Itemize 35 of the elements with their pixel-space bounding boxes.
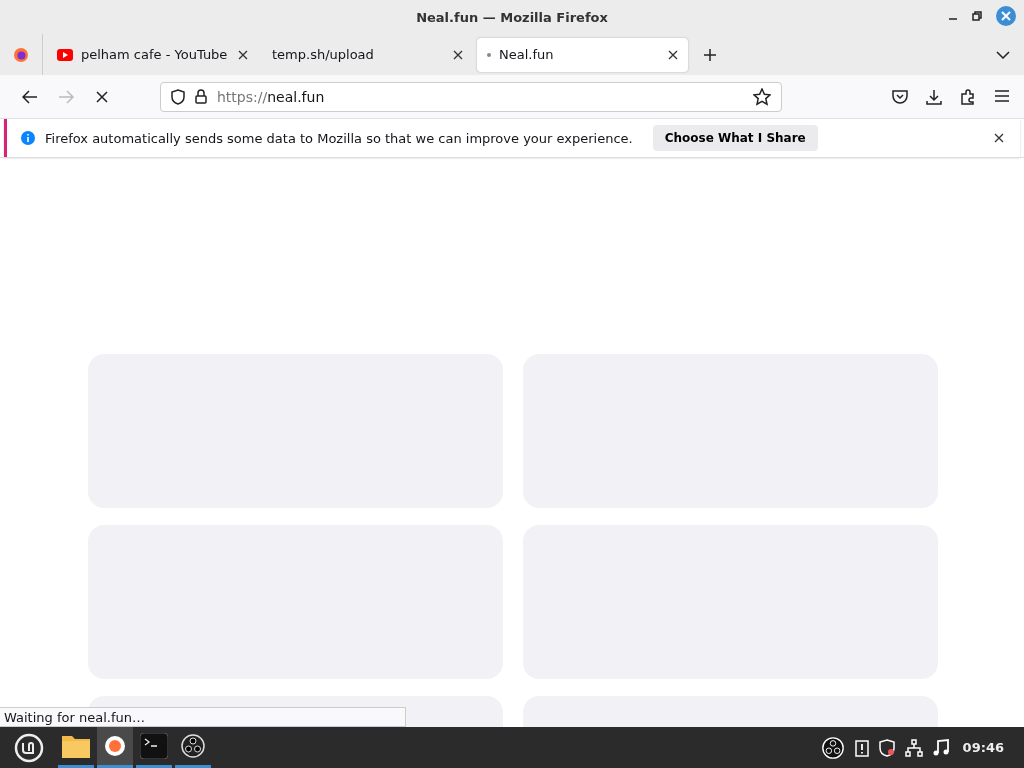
obs-tray-icon[interactable] [820,735,845,760]
close-icon[interactable] [453,49,463,60]
window-title: Neal.fun — Mozilla Firefox [416,9,608,25]
clipboard-icon[interactable] [854,738,869,757]
loading-dot-icon [487,52,491,57]
tab[interactable]: Neal.fun [477,37,688,72]
star-icon[interactable] [753,87,771,106]
info-icon [21,131,35,145]
pocket-icon[interactable] [892,88,908,104]
close-icon[interactable] [238,49,248,60]
address-field[interactable]: https://neal.fun [160,81,782,112]
clock: 09:46 [962,740,1004,755]
choose-what-i-share-button[interactable]: Choose What I Share [652,125,818,151]
network-icon[interactable] [904,738,923,757]
status-text: Waiting for neal.fun… [0,707,406,727]
stop-icon[interactable] [96,90,108,103]
restore-icon[interactable] [972,11,982,21]
video-play-icon [57,48,73,61]
menu-icon[interactable] [994,88,1010,103]
tab[interactable]: temp.sh/upload [262,37,473,72]
lock-icon [195,89,207,104]
shield-icon [171,88,185,105]
download-icon[interactable] [926,88,942,105]
new-tab-icon[interactable] [703,47,717,62]
close-icon[interactable] [994,132,1004,143]
music-note-icon[interactable] [932,738,949,757]
tab[interactable]: pelham cafe - YouTube [47,37,258,72]
chevron-down-icon[interactable] [996,51,1010,59]
firefox-taskbar-icon[interactable] [97,727,133,768]
close-icon[interactable] [668,49,678,60]
back-arrow-icon[interactable] [22,89,38,104]
start-menu-icon[interactable] [14,732,44,763]
notification-message: Firefox automatically sends some data to Mozilla so that we can improve your experience. [45,130,633,146]
puzzle-icon[interactable] [960,88,976,105]
shield-icon[interactable] [878,738,895,757]
